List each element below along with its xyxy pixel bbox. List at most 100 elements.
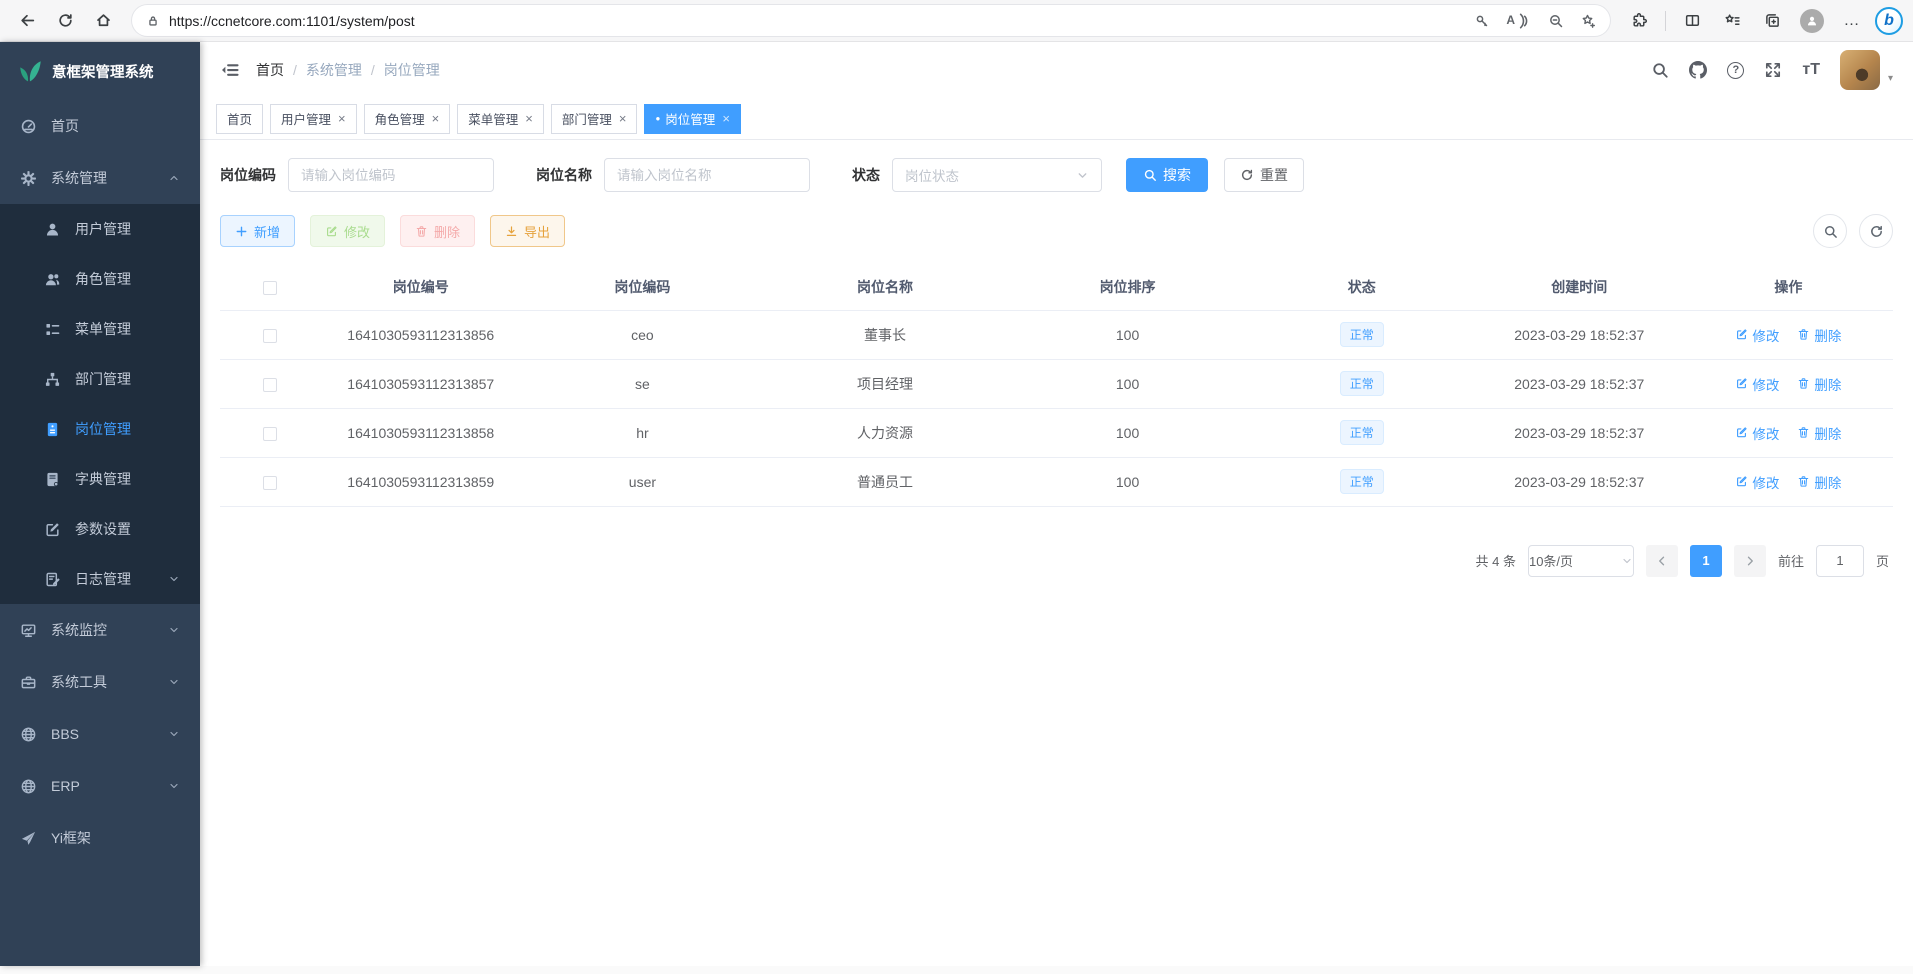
- close-icon[interactable]: ×: [338, 111, 346, 126]
- sidebar-item-menu-mgmt[interactable]: 菜单管理: [0, 304, 200, 354]
- post-code-input[interactable]: [288, 158, 494, 192]
- close-icon[interactable]: ×: [619, 111, 627, 126]
- github-icon[interactable]: [1689, 61, 1707, 79]
- toggle-search-button[interactable]: [1813, 214, 1847, 248]
- favorite-star-icon[interactable]: [1580, 13, 1596, 29]
- zoom-out-icon[interactable]: [1548, 13, 1564, 29]
- close-icon[interactable]: ×: [525, 111, 533, 126]
- select-all-checkbox[interactable]: [263, 281, 277, 295]
- sidebar-item-bbs[interactable]: BBS: [0, 708, 200, 760]
- status-select[interactable]: 岗位状态: [892, 158, 1102, 192]
- row-edit-button[interactable]: 修改: [1735, 374, 1779, 394]
- sidebar-item-dict-mgmt[interactable]: 字典管理: [0, 454, 200, 504]
- url-text[interactable]: https://ccnetcore.com:1101/system/post: [169, 13, 415, 29]
- browser-menu-button[interactable]: …: [1835, 4, 1869, 38]
- delete-button[interactable]: 删除: [400, 215, 475, 247]
- collections-button[interactable]: [1755, 4, 1789, 38]
- sidebar-item-param-settings[interactable]: 参数设置: [0, 504, 200, 554]
- goto-suffix: 页: [1876, 551, 1889, 570]
- post-name-input[interactable]: [604, 158, 810, 192]
- sidebar-item-post-mgmt[interactable]: 岗位管理: [0, 404, 200, 454]
- home-icon: [95, 12, 112, 29]
- page-size-select[interactable]: 10条/页: [1528, 545, 1634, 577]
- cell-created: 2023-03-29 18:52:37: [1475, 457, 1684, 506]
- row-checkbox[interactable]: [263, 329, 277, 343]
- edit-button[interactable]: 修改: [310, 215, 385, 247]
- page-number-button[interactable]: 1: [1690, 545, 1722, 577]
- close-icon[interactable]: ×: [432, 111, 440, 126]
- extensions-button[interactable]: [1622, 4, 1656, 38]
- split-screen-button[interactable]: [1675, 4, 1709, 38]
- browser-profile-button[interactable]: [1795, 4, 1829, 38]
- sidebar-item-role-mgmt[interactable]: 角色管理: [0, 254, 200, 304]
- bing-chat-icon[interactable]: b: [1875, 7, 1903, 35]
- row-checkbox[interactable]: [263, 427, 277, 441]
- sidebar-item-dept-mgmt[interactable]: 部门管理: [0, 354, 200, 404]
- sidebar-item-log-mgmt[interactable]: 日志管理: [0, 554, 200, 604]
- collections-icon: [1764, 12, 1781, 29]
- table-row[interactable]: 1641030593112313857 se 项目经理 100 正常 2023-…: [220, 359, 1893, 408]
- tab-dept-mgmt[interactable]: 部门管理 ×: [551, 104, 638, 134]
- chevron-right-icon: [1744, 555, 1756, 567]
- cell-post-code: hr: [521, 408, 764, 457]
- table-row[interactable]: 1641030593112313856 ceo 董事长 100 正常 2023-…: [220, 310, 1893, 359]
- breadcrumb-home[interactable]: 首页: [256, 60, 284, 80]
- sidebar-item-system-mgmt[interactable]: 系统管理: [0, 152, 200, 204]
- tab-role-mgmt[interactable]: 角色管理 ×: [364, 104, 451, 134]
- collapse-sidebar-icon[interactable]: [220, 60, 240, 80]
- sidebar-item-system-tools[interactable]: 系统工具: [0, 656, 200, 708]
- table-row[interactable]: 1641030593112313858 hr 人力资源 100 正常 2023-…: [220, 408, 1893, 457]
- sidebar-item-home[interactable]: 首页: [0, 100, 200, 152]
- search-icon[interactable]: [1651, 61, 1669, 79]
- reset-button[interactable]: 重置: [1224, 158, 1304, 192]
- table-row[interactable]: 1641030593112313859 user 普通员工 100 正常 202…: [220, 457, 1893, 506]
- row-checkbox[interactable]: [263, 378, 277, 392]
- row-checkbox[interactable]: [263, 476, 277, 490]
- prev-page-button[interactable]: [1646, 545, 1678, 577]
- row-delete-button[interactable]: 删除: [1797, 374, 1841, 394]
- address-bar[interactable]: https://ccnetcore.com:1101/system/post A: [132, 5, 1610, 36]
- close-icon[interactable]: ×: [722, 111, 730, 126]
- chevron-down-icon: [168, 573, 180, 585]
- row-delete-button[interactable]: 删除: [1797, 472, 1841, 492]
- tab-menu-mgmt[interactable]: 菜单管理 ×: [457, 104, 544, 134]
- row-delete-button[interactable]: 删除: [1797, 423, 1841, 443]
- read-aloud-icon[interactable]: A: [1506, 13, 1532, 29]
- more-icon: …: [1844, 12, 1861, 30]
- tab-home[interactable]: 首页: [216, 104, 263, 134]
- sidebar-item-user-mgmt[interactable]: 用户管理: [0, 204, 200, 254]
- browser-refresh-button[interactable]: [48, 4, 82, 38]
- help-icon[interactable]: ?: [1727, 62, 1744, 79]
- refresh-table-button[interactable]: [1859, 214, 1893, 248]
- browser-back-button[interactable]: [10, 4, 44, 38]
- caret-down-icon[interactable]: ▾: [1888, 73, 1893, 84]
- tab-user-mgmt[interactable]: 用户管理 ×: [270, 104, 357, 134]
- breadcrumb-system[interactable]: 系统管理: [306, 60, 362, 80]
- breadcrumb-separator: /: [371, 62, 375, 78]
- password-key-icon[interactable]: [1474, 13, 1490, 29]
- goto-page-input[interactable]: [1816, 545, 1864, 577]
- add-button[interactable]: 新增: [220, 215, 295, 247]
- tab-post-mgmt[interactable]: ● 岗位管理 ×: [644, 104, 740, 134]
- sidebar-item-yi-framework[interactable]: Yi框架: [0, 812, 200, 864]
- search-button[interactable]: 搜索: [1126, 158, 1208, 192]
- row-delete-button[interactable]: 删除: [1797, 325, 1841, 345]
- sidebar-item-erp[interactable]: ERP: [0, 760, 200, 812]
- tags-view-bar: 首页 用户管理 × 角色管理 × 菜单管理 × 部门管理 × ● 岗位管理 ×: [200, 98, 1913, 140]
- toolbar-divider: [1665, 11, 1666, 31]
- plus-icon: [235, 225, 248, 238]
- row-edit-button[interactable]: 修改: [1735, 325, 1779, 345]
- next-page-button[interactable]: [1734, 545, 1766, 577]
- person-icon: [1805, 14, 1819, 28]
- export-button[interactable]: 导出: [490, 215, 565, 247]
- row-edit-button[interactable]: 修改: [1735, 423, 1779, 443]
- fullscreen-icon[interactable]: [1764, 61, 1782, 79]
- col-post-name: 岗位名称: [764, 264, 1007, 310]
- browser-home-button[interactable]: [86, 4, 120, 38]
- sidebar-item-system-monitor[interactable]: 系统监控: [0, 604, 200, 656]
- favorites-button[interactable]: [1715, 4, 1749, 38]
- font-size-icon[interactable]: тT: [1802, 61, 1820, 79]
- user-avatar[interactable]: [1840, 50, 1880, 90]
- row-edit-button[interactable]: 修改: [1735, 472, 1779, 492]
- chevron-left-icon: [1656, 555, 1668, 567]
